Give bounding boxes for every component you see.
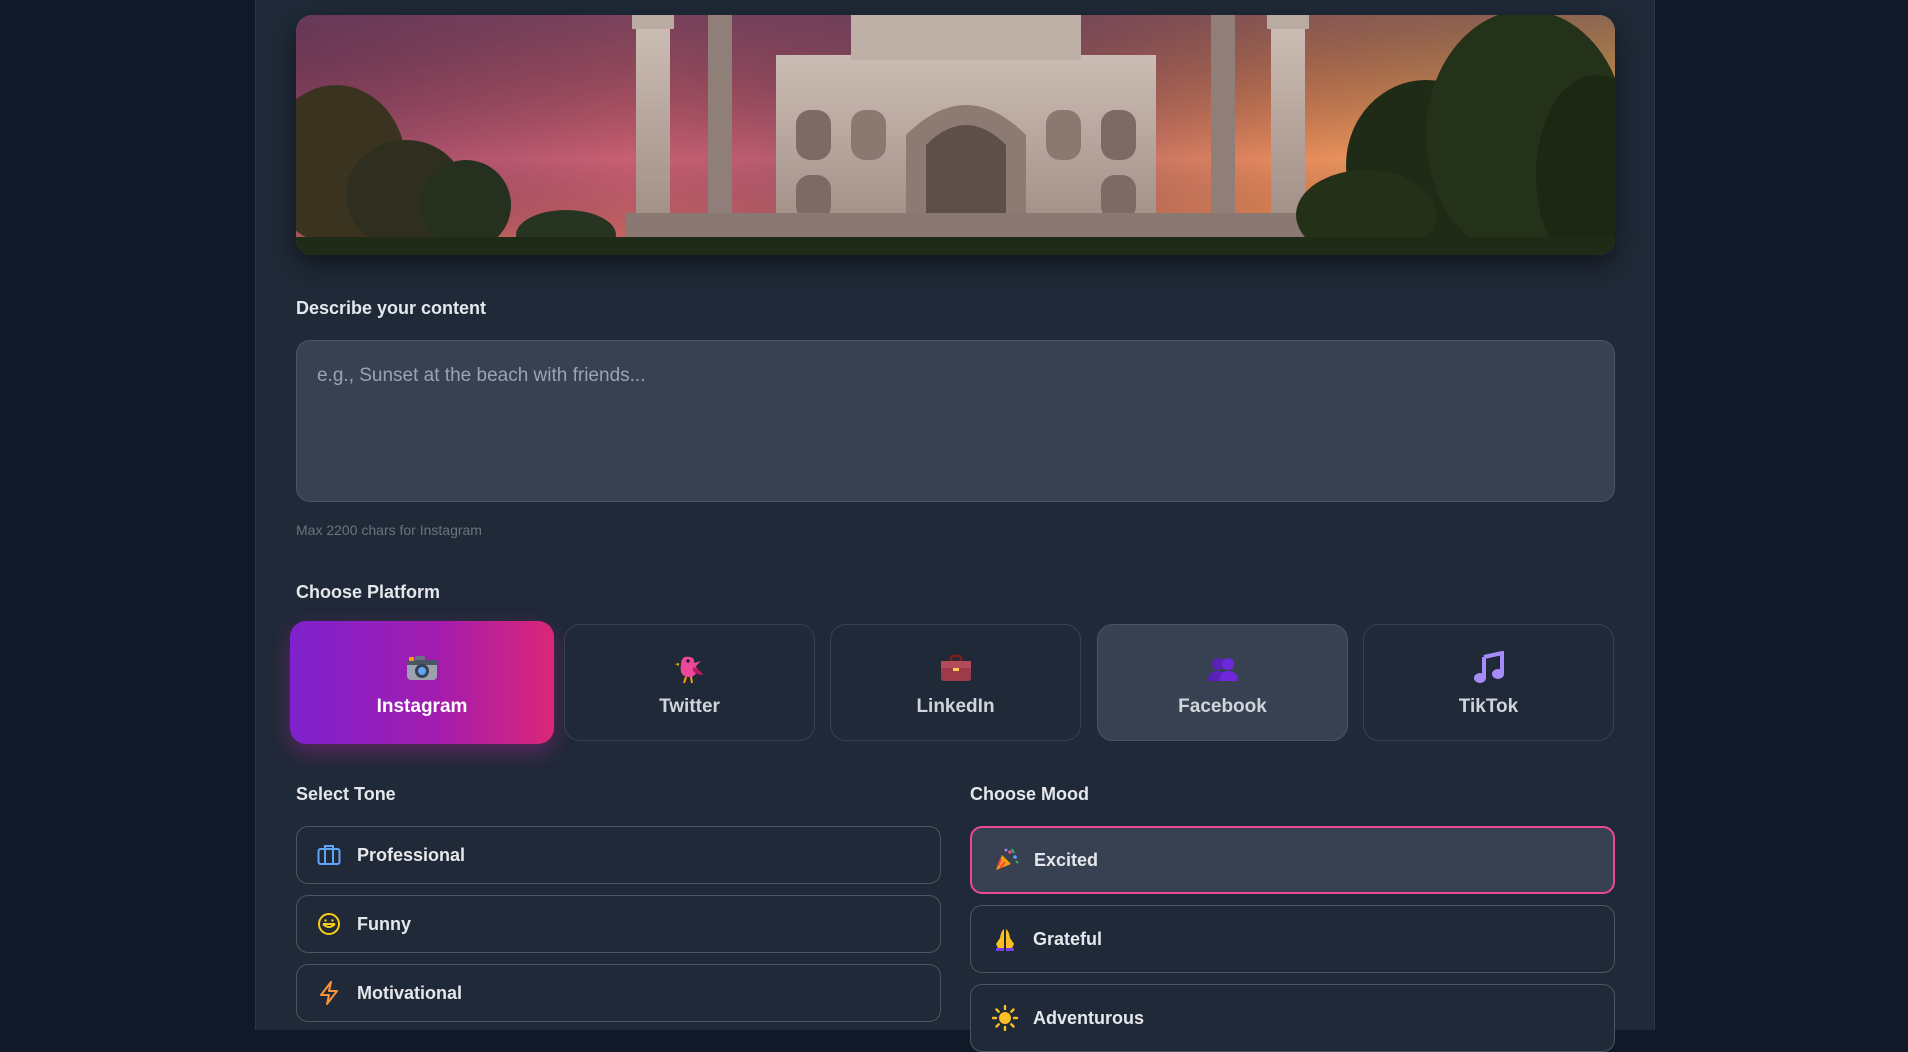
mood-option-label: Grateful: [1033, 929, 1102, 950]
music-note-icon: [1472, 648, 1506, 688]
platform-label-instagram: Instagram: [377, 696, 468, 718]
camera-icon: [405, 648, 439, 688]
platform-facebook[interactable]: Facebook: [1097, 624, 1348, 741]
platform-selector: Instagram Twitter: [290, 621, 1620, 744]
people-icon: [1206, 648, 1240, 688]
briefcase-outline-icon: [315, 841, 343, 869]
mood-option-grateful[interactable]: Grateful: [970, 905, 1615, 973]
bird-icon: [673, 648, 707, 688]
platform-label-tiktok: TikTok: [1459, 696, 1518, 718]
content-label: Describe your content: [296, 298, 486, 319]
content-textarea[interactable]: [296, 340, 1615, 502]
mood-option-adventurous[interactable]: Adventurous: [970, 984, 1615, 1052]
platform-label-linkedin: LinkedIn: [916, 696, 994, 718]
briefcase-icon: [939, 648, 973, 688]
mood-option-excited[interactable]: Excited: [970, 826, 1615, 894]
tone-option-professional[interactable]: Professional: [296, 826, 941, 884]
tone-option-motivational[interactable]: Motivational: [296, 964, 941, 1022]
platform-tiktok[interactable]: TikTok: [1363, 624, 1614, 741]
platform-linkedin[interactable]: LinkedIn: [830, 624, 1081, 741]
tone-option-label: Motivational: [357, 983, 462, 1004]
mood-label: Choose Mood: [970, 784, 1089, 805]
hero-image: [296, 15, 1615, 255]
platform-label: Choose Platform: [296, 582, 440, 603]
smile-icon: [315, 910, 343, 938]
tone-option-funny[interactable]: Funny: [296, 895, 941, 953]
platform-twitter[interactable]: Twitter: [564, 624, 815, 741]
mood-option-label: Excited: [1034, 850, 1098, 871]
lightning-icon: [315, 979, 343, 1007]
platform-label-twitter: Twitter: [659, 696, 720, 718]
mood-option-label: Adventurous: [1033, 1008, 1144, 1029]
tone-option-label: Funny: [357, 914, 411, 935]
tone-option-label: Professional: [357, 845, 465, 866]
party-popper-icon: [992, 846, 1020, 874]
char-limit-hint: Max 2200 chars for Instagram: [296, 522, 482, 538]
sun-icon: [991, 1004, 1019, 1032]
platform-label-facebook: Facebook: [1178, 696, 1267, 718]
platform-instagram[interactable]: Instagram: [290, 621, 554, 744]
praying-hands-icon: [991, 925, 1019, 953]
tone-label: Select Tone: [296, 784, 396, 805]
composer-panel: Describe your content Max 2200 chars for…: [255, 0, 1655, 1030]
